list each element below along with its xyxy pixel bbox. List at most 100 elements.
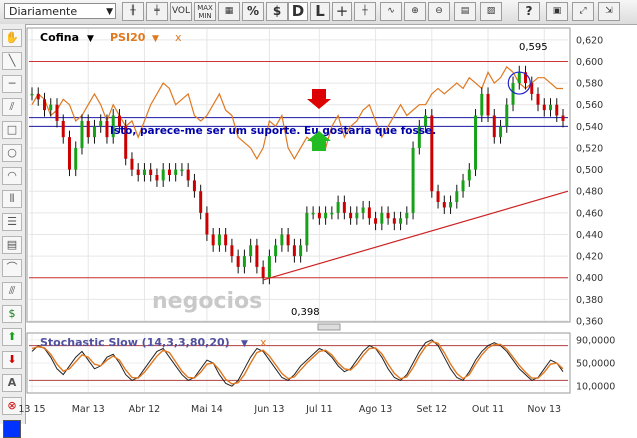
candle-body [361,207,365,213]
y-axis: 0,620 0,600 0,580 0,560 0,540 0,520 0,500 0,480… [576,35,603,327]
stochastic-dropdown-icon[interactable]: ▼ [241,339,248,349]
candle-body [549,104,553,111]
candle-body [99,120,103,127]
x-tick-label: Abr 12 [129,404,161,415]
x-tick-label: Out 11 [472,404,504,415]
stoch-y-tick-label: 10,0000 [576,382,615,393]
y-tick-label: 0,620 [576,35,603,46]
candle-body [505,104,509,127]
candle-body [324,212,328,219]
candle-body [492,115,496,138]
candle-body [205,212,209,235]
candle-body [480,93,484,116]
candle-body [211,234,215,246]
y-tick-label: 0,440 [576,230,603,241]
candle-body [449,202,453,208]
high-label: 0,595 [519,42,548,53]
panel-splitter-handle[interactable] [317,323,341,331]
x-tick-label: Set 12 [416,404,447,415]
candle-body [367,207,371,219]
candle-body [30,93,34,96]
candle-body [305,212,309,246]
candle-body [224,234,228,246]
y-tick-label: 0,580 [576,79,603,90]
y-tick-label: 0,420 [576,252,603,263]
compare-label[interactable]: PSI20 [110,31,146,44]
symbol-label[interactable]: Cofina [40,31,79,44]
candle-body [517,72,521,84]
x-tick-label: 13 15 [18,404,45,415]
candle-body [486,93,490,116]
candle-body [155,175,159,181]
candle-body [105,120,109,138]
candle-body [274,245,278,257]
candle-body [299,245,303,257]
candle-body [80,120,84,148]
candle-body [436,191,440,203]
symbol-dropdown-icon[interactable]: ▼ [87,34,94,44]
candle-body [236,256,240,267]
candle-body [455,191,459,203]
comment-annotation[interactable]: Isto, parece-me ser um suporte. Eu gosta… [110,125,436,137]
candle-body [499,126,503,138]
candle-body [186,169,190,181]
candle-body [267,256,271,278]
candle-body [280,234,284,246]
candle-body [49,104,53,111]
compare-close-icon[interactable]: x [175,31,182,44]
candle-body [555,104,559,116]
candle-body [311,212,315,215]
y-tick-label: 0,500 [576,165,603,176]
candle-body [55,104,59,121]
stoch-y-axis: 90,0000 50,0000 10,0000 [576,335,615,392]
candle-body [461,180,465,192]
candle-body [542,104,546,111]
candle-body [474,115,478,170]
candle-body [411,147,415,213]
candle-body [336,202,340,213]
candle-body [255,245,259,267]
x-tick-label: Nov 13 [527,404,561,415]
candle-body [174,169,178,175]
stochastic-title[interactable]: Stochastic Slow (14,3,3,80,20) [40,336,230,349]
candle-body [261,266,265,278]
x-tick-label: Jul 11 [305,404,333,415]
y-tick-label: 0,560 [576,100,603,111]
candle-body [161,169,165,181]
candle-body [130,158,134,170]
y-tick-label: 0,400 [576,273,603,284]
compare-dropdown-icon[interactable]: ▼ [152,34,159,44]
x-tick-label: Mai 14 [191,404,223,415]
candle-body [192,180,196,192]
candle-body [386,212,390,219]
candle-body [511,83,515,105]
chart-canvas: negocios 0,6200,6000,5800,5600,5400,5200… [18,27,615,415]
candle-body [74,147,78,170]
candle-body [392,218,396,224]
candle-body [355,212,359,219]
candle-body [199,191,203,213]
x-tick-label: Ago 13 [359,404,392,415]
candle-body [342,202,346,213]
candle-body [86,120,90,138]
candle-body [230,245,234,257]
stoch-y-tick-label: 90,0000 [576,335,615,346]
y-tick-label: 0,380 [576,295,603,306]
candle-body [399,218,403,224]
stochastic-close-icon[interactable]: x [260,336,267,349]
candle-body [36,93,40,100]
candle-body [374,218,378,224]
candle-body [149,169,153,175]
candle-body [286,234,290,246]
candle-body [330,212,334,215]
candle-body [242,256,246,267]
candle-body [167,169,171,175]
candle-body [217,234,221,246]
x-axis: 13 15 Mar 13 Abr 12 Mai 14 Jun 13 Jul 11 Ago 1… [18,404,561,415]
candle-body [67,137,71,170]
y-tick-label: 0,540 [576,122,603,133]
y-tick-label: 0,460 [576,208,603,219]
candle-body [142,169,146,175]
candle-body [61,120,65,138]
candle-body [42,99,46,111]
